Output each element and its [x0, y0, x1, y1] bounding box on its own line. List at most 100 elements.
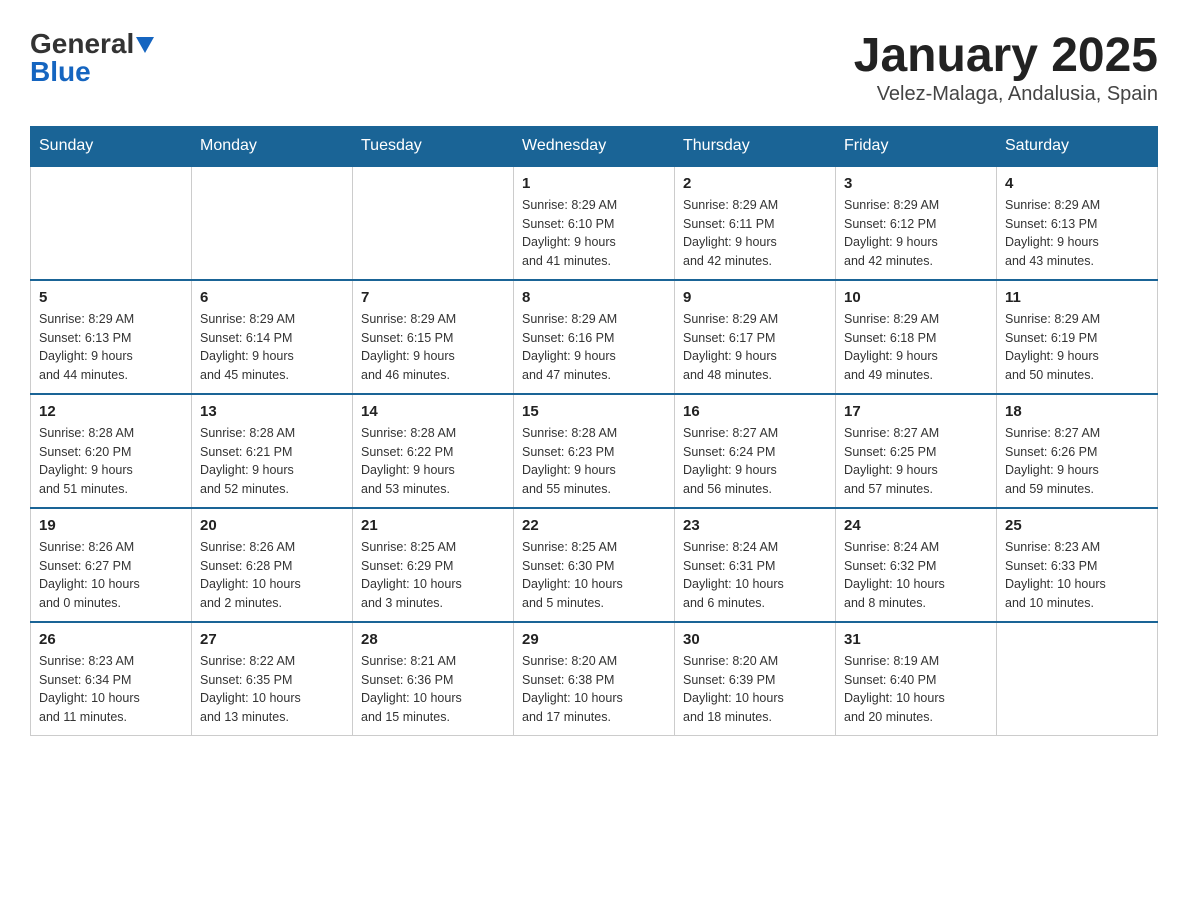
day-info: Sunrise: 8:29 AM Sunset: 6:10 PM Dayligh… — [522, 196, 666, 271]
day-number: 6 — [200, 289, 344, 306]
calendar-cell: 6 Sunrise: 8:29 AM Sunset: 6:14 PM Daylig… — [192, 280, 353, 394]
day-info: Sunrise: 8:29 AM Sunset: 6:18 PM Dayligh… — [844, 310, 988, 385]
title-block: January 2025 Velez-Malaga, Andalusia, Sp… — [854, 30, 1158, 106]
day-number: 1 — [522, 175, 666, 192]
calendar-table: SundayMondayTuesdayWednesdayThursdayFrid… — [30, 126, 1158, 736]
day-number: 5 — [39, 289, 183, 306]
day-number: 16 — [683, 403, 827, 420]
day-number: 20 — [200, 517, 344, 534]
calendar-cell — [31, 166, 192, 280]
day-info: Sunrise: 8:24 AM Sunset: 6:32 PM Dayligh… — [844, 538, 988, 613]
day-info: Sunrise: 8:28 AM Sunset: 6:21 PM Dayligh… — [200, 424, 344, 499]
calendar-cell: 11Sunrise: 8:29 AM Sunset: 6:19 PM Dayli… — [997, 280, 1158, 394]
calendar-cell: 4 Sunrise: 8:29 AM Sunset: 6:13 PM Daylig… — [997, 166, 1158, 280]
calendar-cell: 17Sunrise: 8:27 AM Sunset: 6:25 PM Dayli… — [836, 394, 997, 508]
day-info: Sunrise: 8:26 AM Sunset: 6:27 PM Dayligh… — [39, 538, 183, 613]
weekday-header-sunday: Sunday — [31, 126, 192, 166]
day-info: Sunrise: 8:28 AM Sunset: 6:20 PM Dayligh… — [39, 424, 183, 499]
day-number: 24 — [844, 517, 988, 534]
calendar-cell: 18 Sunrise: 8:27 AM Sunset: 6:26 PM Dayli… — [997, 394, 1158, 508]
day-number: 13 — [200, 403, 344, 420]
weekday-header-saturday: Saturday — [997, 126, 1158, 166]
day-number: 18 — [1005, 403, 1149, 420]
week-row-2: 5 Sunrise: 8:29 AM Sunset: 6:13 PM Daylig… — [31, 280, 1158, 394]
calendar-cell: 3 Sunrise: 8:29 AM Sunset: 6:12 PM Daylig… — [836, 166, 997, 280]
calendar-cell: 8 Sunrise: 8:29 AM Sunset: 6:16 PM Daylig… — [514, 280, 675, 394]
day-number: 23 — [683, 517, 827, 534]
logo: General Blue — [30, 30, 154, 86]
day-info: Sunrise: 8:29 AM Sunset: 6:15 PM Dayligh… — [361, 310, 505, 385]
calendar-cell — [353, 166, 514, 280]
calendar-cell: 23 Sunrise: 8:24 AM Sunset: 6:31 PM Dayli… — [675, 508, 836, 622]
page-title: January 2025 — [854, 30, 1158, 83]
calendar-cell: 30 Sunrise: 8:20 AM Sunset: 6:39 PM Dayli… — [675, 622, 836, 736]
page-header: General Blue January 2025 Velez-Malaga, … — [30, 30, 1158, 106]
day-number: 30 — [683, 631, 827, 648]
weekday-header-row: SundayMondayTuesdayWednesdayThursdayFrid… — [31, 126, 1158, 166]
day-number: 15 — [522, 403, 666, 420]
calendar-cell: 27 Sunrise: 8:22 AM Sunset: 6:35 PM Dayli… — [192, 622, 353, 736]
calendar-cell: 20Sunrise: 8:26 AM Sunset: 6:28 PM Dayli… — [192, 508, 353, 622]
logo-triangle-icon — [136, 37, 154, 53]
calendar-cell: 15 Sunrise: 8:28 AM Sunset: 6:23 PM Dayli… — [514, 394, 675, 508]
day-info: Sunrise: 8:23 AM Sunset: 6:34 PM Dayligh… — [39, 652, 183, 727]
day-info: Sunrise: 8:20 AM Sunset: 6:38 PM Dayligh… — [522, 652, 666, 727]
day-number: 21 — [361, 517, 505, 534]
day-number: 26 — [39, 631, 183, 648]
page-subtitle: Velez-Malaga, Andalusia, Spain — [854, 83, 1158, 106]
calendar-cell: 19 Sunrise: 8:26 AM Sunset: 6:27 PM Dayli… — [31, 508, 192, 622]
day-number: 12 — [39, 403, 183, 420]
day-info: Sunrise: 8:25 AM Sunset: 6:30 PM Dayligh… — [522, 538, 666, 613]
weekday-header-tuesday: Tuesday — [353, 126, 514, 166]
day-info: Sunrise: 8:24 AM Sunset: 6:31 PM Dayligh… — [683, 538, 827, 613]
day-number: 10 — [844, 289, 988, 306]
day-number: 22 — [522, 517, 666, 534]
day-info: Sunrise: 8:29 AM Sunset: 6:14 PM Dayligh… — [200, 310, 344, 385]
calendar-cell — [192, 166, 353, 280]
day-number: 28 — [361, 631, 505, 648]
calendar-cell: 10 Sunrise: 8:29 AM Sunset: 6:18 PM Dayli… — [836, 280, 997, 394]
calendar-cell — [997, 622, 1158, 736]
day-info: Sunrise: 8:28 AM Sunset: 6:22 PM Dayligh… — [361, 424, 505, 499]
day-number: 3 — [844, 175, 988, 192]
calendar-cell: 13 Sunrise: 8:28 AM Sunset: 6:21 PM Dayli… — [192, 394, 353, 508]
logo-blue-text: Blue — [30, 58, 91, 86]
day-info: Sunrise: 8:21 AM Sunset: 6:36 PM Dayligh… — [361, 652, 505, 727]
day-info: Sunrise: 8:27 AM Sunset: 6:26 PM Dayligh… — [1005, 424, 1149, 499]
calendar-cell: 16 Sunrise: 8:27 AM Sunset: 6:24 PM Dayli… — [675, 394, 836, 508]
day-number: 27 — [200, 631, 344, 648]
day-number: 2 — [683, 175, 827, 192]
day-info: Sunrise: 8:20 AM Sunset: 6:39 PM Dayligh… — [683, 652, 827, 727]
weekday-header-monday: Monday — [192, 126, 353, 166]
calendar-cell: 9 Sunrise: 8:29 AM Sunset: 6:17 PM Daylig… — [675, 280, 836, 394]
day-info: Sunrise: 8:28 AM Sunset: 6:23 PM Dayligh… — [522, 424, 666, 499]
day-info: Sunrise: 8:23 AM Sunset: 6:33 PM Dayligh… — [1005, 538, 1149, 613]
day-number: 19 — [39, 517, 183, 534]
day-info: Sunrise: 8:29 AM Sunset: 6:19 PM Dayligh… — [1005, 310, 1149, 385]
day-number: 9 — [683, 289, 827, 306]
weekday-header-friday: Friday — [836, 126, 997, 166]
day-number: 29 — [522, 631, 666, 648]
day-number: 25 — [1005, 517, 1149, 534]
weekday-header-thursday: Thursday — [675, 126, 836, 166]
week-row-5: 26 Sunrise: 8:23 AM Sunset: 6:34 PM Dayli… — [31, 622, 1158, 736]
calendar-cell: 7 Sunrise: 8:29 AM Sunset: 6:15 PM Daylig… — [353, 280, 514, 394]
week-row-4: 19 Sunrise: 8:26 AM Sunset: 6:27 PM Dayli… — [31, 508, 1158, 622]
day-info: Sunrise: 8:29 AM Sunset: 6:11 PM Dayligh… — [683, 196, 827, 271]
logo-general-text: General — [30, 30, 134, 58]
day-info: Sunrise: 8:29 AM Sunset: 6:17 PM Dayligh… — [683, 310, 827, 385]
day-number: 4 — [1005, 175, 1149, 192]
day-info: Sunrise: 8:29 AM Sunset: 6:16 PM Dayligh… — [522, 310, 666, 385]
calendar-cell: 29 Sunrise: 8:20 AM Sunset: 6:38 PM Dayli… — [514, 622, 675, 736]
day-info: Sunrise: 8:27 AM Sunset: 6:24 PM Dayligh… — [683, 424, 827, 499]
day-number: 7 — [361, 289, 505, 306]
day-info: Sunrise: 8:22 AM Sunset: 6:35 PM Dayligh… — [200, 652, 344, 727]
day-info: Sunrise: 8:29 AM Sunset: 6:13 PM Dayligh… — [39, 310, 183, 385]
day-info: Sunrise: 8:25 AM Sunset: 6:29 PM Dayligh… — [361, 538, 505, 613]
day-number: 8 — [522, 289, 666, 306]
calendar-cell: 28 Sunrise: 8:21 AM Sunset: 6:36 PM Dayli… — [353, 622, 514, 736]
day-info: Sunrise: 8:29 AM Sunset: 6:13 PM Dayligh… — [1005, 196, 1149, 271]
day-info: Sunrise: 8:19 AM Sunset: 6:40 PM Dayligh… — [844, 652, 988, 727]
day-info: Sunrise: 8:29 AM Sunset: 6:12 PM Dayligh… — [844, 196, 988, 271]
weekday-header-wednesday: Wednesday — [514, 126, 675, 166]
